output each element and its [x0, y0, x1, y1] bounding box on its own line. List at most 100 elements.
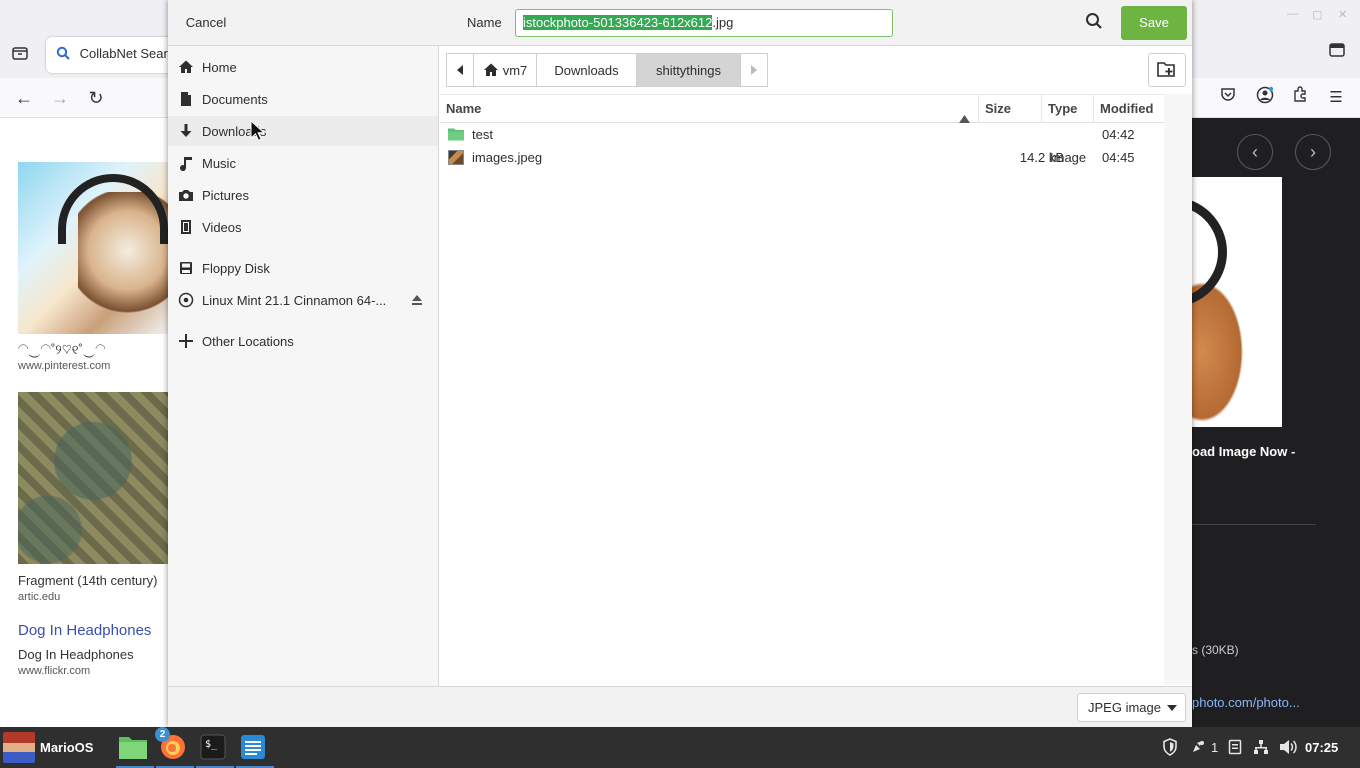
extensions-icon[interactable] — [1288, 86, 1312, 110]
result-caption: ◠‿◠˚୨♡୧˚‿◠ — [18, 342, 106, 357]
result-source: www.flickr.com — [18, 665, 91, 677]
tab-overview-icon[interactable] — [10, 44, 30, 64]
file-modified: 04:45 — [1102, 150, 1135, 165]
browser-tab[interactable]: CollabNet Sear — [46, 37, 176, 73]
sidebar-item-videos[interactable]: Videos — [168, 212, 438, 242]
column-header-type[interactable]: Type — [1042, 95, 1094, 123]
preview-image[interactable] — [1192, 177, 1282, 427]
back-icon[interactable]: ← — [12, 86, 36, 110]
column-header-modified[interactable]: Modified — [1094, 95, 1164, 123]
preview-title: oad Image Now - — [1192, 444, 1296, 459]
mouse-pointer-icon — [250, 119, 266, 142]
dialog-header: Cancel Name istockphoto-501336423-612x61… — [168, 0, 1192, 46]
clock[interactable]: 07:25 — [1305, 740, 1338, 755]
search-icon[interactable] — [1084, 11, 1108, 35]
file-list-scroll-area[interactable] — [1164, 94, 1192, 685]
file-type: Image — [1050, 150, 1087, 165]
image-thumbnail-icon — [448, 150, 464, 165]
volume-icon[interactable] — [1279, 738, 1297, 756]
result-caption: Dog In Headphones — [18, 647, 134, 662]
file-row[interactable]: images.jpeg 14.2 kB Image 04:45 — [440, 146, 1164, 169]
file-list: Name Size Type Modified test 04:42 image… — [440, 94, 1192, 685]
account-icon[interactable] — [1253, 86, 1277, 110]
notification-badge: 2 — [155, 727, 170, 742]
video-icon — [178, 219, 194, 235]
plus-icon — [178, 333, 194, 349]
folder-icon — [118, 734, 148, 763]
taskbar: MarioOS 2 $_ 1 07:25 — [0, 727, 1360, 768]
update-manager-icon[interactable]: 1 — [1190, 738, 1218, 756]
image-preview-panel: ‹ › oad Image Now - s (30KB) photo.com/p… — [1192, 118, 1360, 727]
home-icon — [178, 59, 194, 75]
forward-icon[interactable]: → — [48, 86, 72, 110]
sidebar-item-documents[interactable]: Documents — [168, 84, 438, 114]
home-icon — [483, 63, 499, 77]
maximize-icon[interactable]: ▢ — [1312, 8, 1322, 21]
network-icon[interactable] — [1253, 738, 1269, 756]
music-icon — [178, 155, 194, 171]
clipboard-icon[interactable] — [1228, 738, 1242, 756]
new-folder-icon — [1157, 60, 1177, 81]
result-image-dog[interactable] — [18, 162, 168, 334]
column-header-name[interactable]: Name — [440, 95, 979, 123]
file-name: images.jpeg — [472, 150, 543, 165]
next-icon[interactable]: › — [1295, 134, 1331, 170]
dialog-footer: JPEG image — [168, 686, 1192, 727]
minimize-icon[interactable]: — — [1287, 8, 1298, 20]
sidebar-item-pictures[interactable]: Pictures — [168, 180, 438, 210]
preview-meta: s (30KB) — [1192, 643, 1239, 657]
path-scroll-left-button[interactable] — [446, 53, 474, 87]
column-header-size[interactable]: Size — [979, 95, 1042, 123]
file-row[interactable]: test 04:42 — [440, 123, 1164, 146]
start-menu-button[interactable]: MarioOS — [3, 732, 93, 763]
download-icon — [178, 123, 194, 139]
result-caption: Fragment (14th century) — [18, 573, 158, 588]
preview-link[interactable]: photo.com/photo... — [1192, 695, 1300, 710]
taskbar-files-app[interactable] — [116, 732, 154, 768]
close-icon[interactable]: ✕ — [1338, 8, 1347, 21]
places-sidebar: Home Documents Downloads Music Pictures … — [168, 46, 439, 686]
save-button[interactable]: Save — [1121, 6, 1187, 40]
path-bar: vm7 Downloads shittythings — [446, 53, 768, 87]
taskbar-terminal-app[interactable]: $_ — [196, 732, 234, 768]
previous-icon[interactable]: ‹ — [1237, 134, 1273, 170]
result-image-fragment[interactable] — [18, 392, 168, 564]
name-label: Name — [467, 15, 502, 30]
disc-icon — [178, 292, 194, 308]
sidebar-item-linux-mint[interactable]: Linux Mint 21.1 Cinnamon 64-... — [168, 285, 438, 315]
file-modified: 04:42 — [1102, 127, 1135, 142]
divider — [1192, 524, 1316, 525]
path-scroll-right-button[interactable] — [740, 53, 768, 87]
shield-icon[interactable] — [1162, 738, 1178, 756]
result-link[interactable]: Dog In Headphones — [18, 622, 151, 639]
filename-input[interactable]: istockphoto-501336423-612x612.jpg — [515, 9, 893, 37]
eject-icon[interactable] — [410, 293, 424, 307]
taskbar-text-editor-app[interactable] — [236, 732, 274, 768]
camera-icon — [178, 187, 194, 203]
sidebar-item-downloads[interactable]: Downloads — [168, 116, 438, 146]
result-source: artic.edu — [18, 591, 61, 603]
result-source: www.pinterest.com — [18, 360, 111, 372]
reload-icon[interactable]: ↻ — [84, 86, 108, 110]
document-icon — [178, 91, 194, 107]
cancel-button[interactable]: Cancel — [176, 9, 236, 37]
sidebar-item-floppy-disk[interactable]: Floppy Disk — [168, 253, 438, 283]
path-segment-home[interactable]: vm7 — [473, 53, 537, 87]
file-type-filter-dropdown[interactable]: JPEG image — [1077, 693, 1186, 722]
chevron-down-icon — [1167, 705, 1177, 711]
sidebar-item-home[interactable]: Home — [168, 52, 438, 82]
menu-icon[interactable]: ☰ — [1324, 86, 1348, 110]
update-count: 1 — [1211, 739, 1219, 755]
floppy-icon — [178, 260, 194, 276]
new-folder-button[interactable] — [1148, 53, 1186, 87]
search-icon — [56, 46, 74, 61]
sidebar-toggle-icon[interactable] — [1329, 43, 1345, 61]
terminal-icon: $_ — [200, 734, 226, 763]
pocket-icon[interactable] — [1216, 86, 1240, 110]
avatar — [3, 732, 35, 763]
path-segment-downloads[interactable]: Downloads — [536, 53, 637, 87]
file-list-header: Name Size Type Modified — [440, 94, 1192, 123]
sidebar-item-other-locations[interactable]: Other Locations — [168, 326, 438, 356]
path-segment-current[interactable]: shittythings — [636, 53, 741, 87]
sidebar-item-music[interactable]: Music — [168, 148, 438, 178]
